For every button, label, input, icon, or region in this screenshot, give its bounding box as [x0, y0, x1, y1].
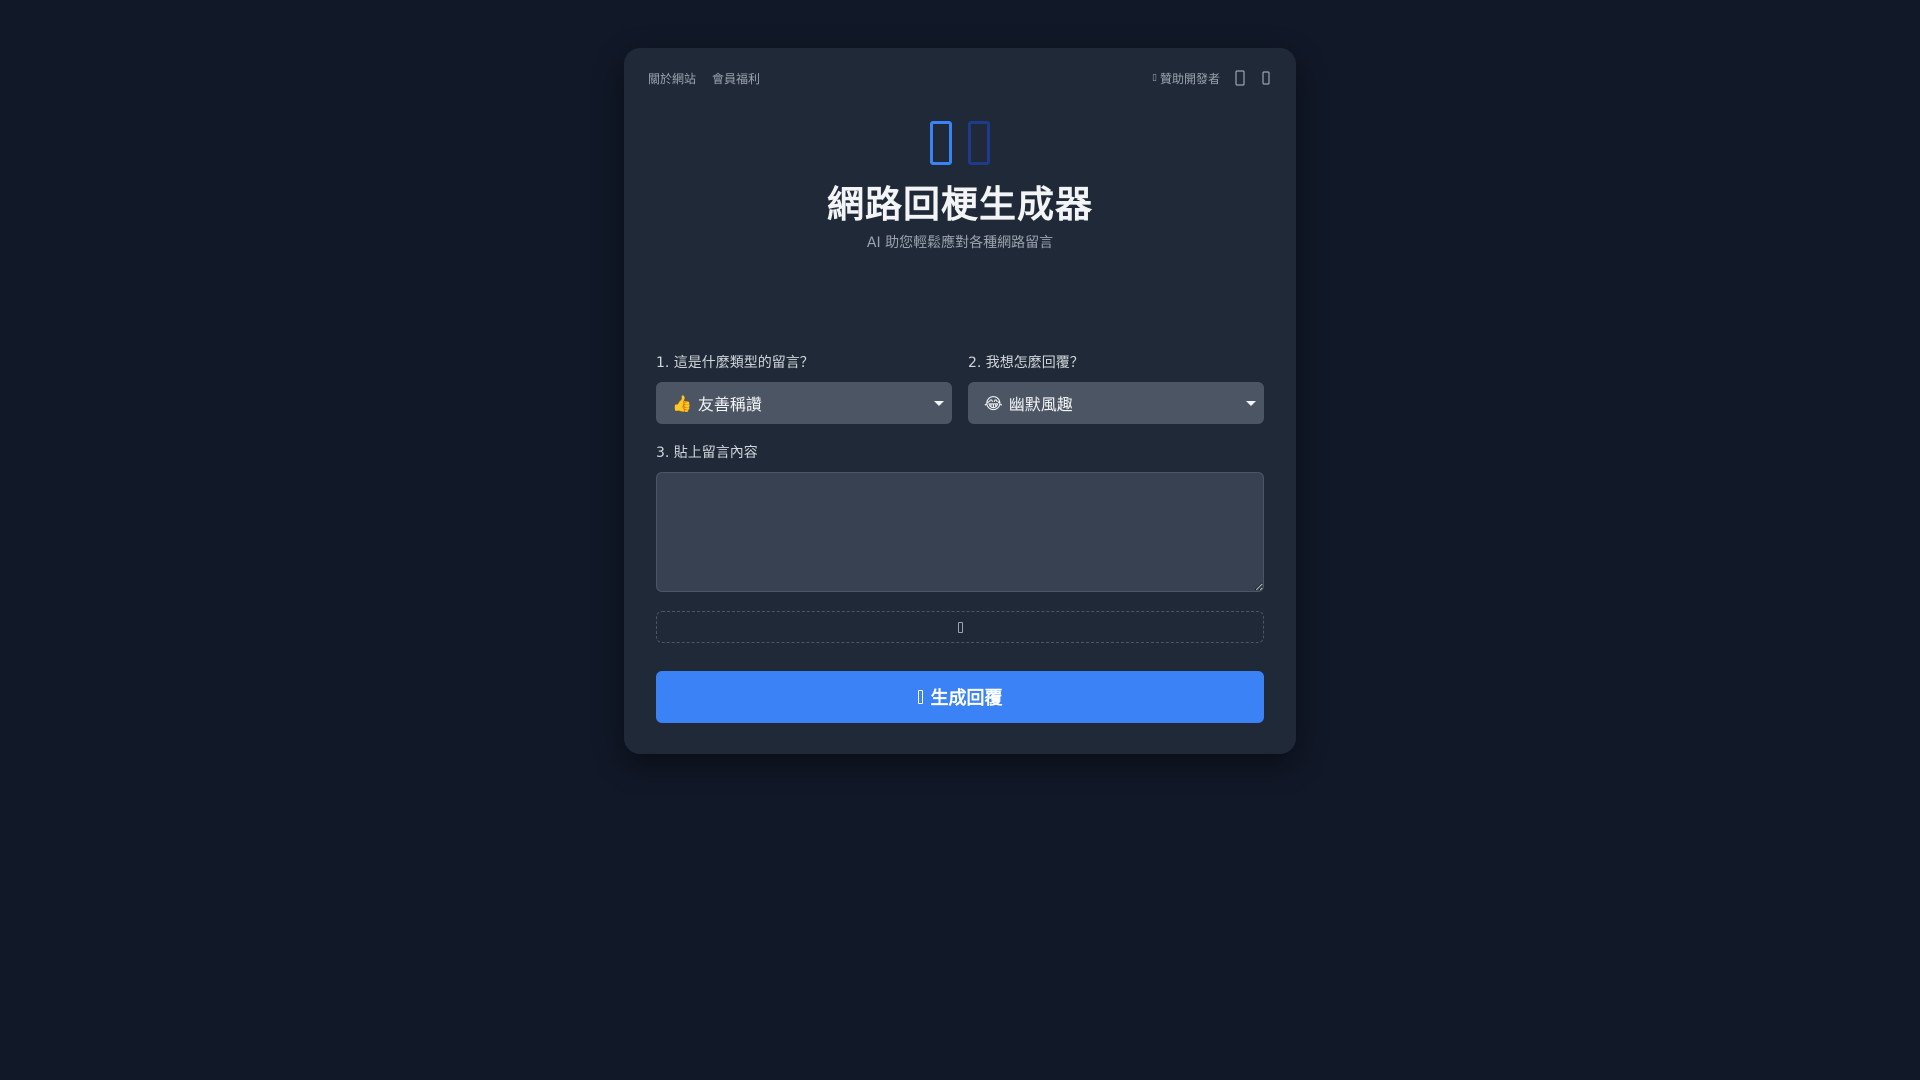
laughing-emoji-icon: 😂 [984, 393, 1003, 413]
hero: 網路回梗生成器 AI 助您輕鬆應對各種網路留言 [624, 116, 1296, 252]
comment-content-field: 3. 貼上留言內容 [656, 442, 1264, 596]
reply-style-label: 2. 我想怎麼回覆？ [968, 355, 1084, 371]
member-benefits-link[interactable]: 會員福利 [712, 70, 760, 87]
theme-icon[interactable] [1260, 69, 1272, 87]
comment-type-selected-text: 友善稱讚 [697, 395, 762, 414]
chevron-down-icon [934, 400, 944, 406]
main-card: 關於網站 會員福利 ▯ 贊助開發者 網路回梗生成器 AI 助您輕鬆應對各種網路留… [624, 48, 1296, 754]
image-upload-button[interactable] [656, 611, 1264, 643]
reply-style-select[interactable]: 😂 幽默風趣 [968, 382, 1264, 424]
comment-content-label: 3. 貼上留言內容 [656, 445, 758, 461]
about-link[interactable]: 關於網站 [648, 70, 696, 87]
comment-type-field: 1. 這是什麼類型的留言？ 👍 友善稱讚 [656, 352, 952, 424]
comment-content-textarea[interactable] [656, 472, 1264, 592]
comment-type-label: 1. 這是什麼類型的留言？ [656, 355, 814, 371]
generate-reply-button[interactable]: 生成回覆 [656, 671, 1264, 723]
reply-icon [930, 121, 952, 165]
page-subtitle: AI 助您輕鬆應對各種網路留言 [866, 235, 1054, 251]
sponsor-label: 贊助開發者 [1159, 71, 1220, 86]
image-upload-icon [957, 621, 963, 633]
chat-icon [968, 121, 990, 165]
settings-icon[interactable] [1234, 69, 1246, 87]
page-title: 網路回梗生成器 [827, 183, 1093, 226]
hero-icons [624, 116, 1296, 170]
magic-icon [917, 690, 923, 704]
generate-reply-label: 生成回覆 [930, 688, 1003, 709]
comment-type-value: 👍 友善稱讚 [672, 391, 762, 415]
top-nav-right: ▯ 贊助開發者 [1152, 69, 1272, 87]
reply-style-selected-text: 幽默風趣 [1008, 395, 1073, 414]
top-nav-left: 關於網站 會員福利 [648, 70, 760, 87]
comment-type-select[interactable]: 👍 友善稱讚 [656, 382, 952, 424]
sponsor-link[interactable]: ▯ 贊助開發者 [1152, 70, 1220, 87]
reply-style-field: 2. 我想怎麼回覆？ 😂 幽默風趣 [968, 352, 1264, 424]
top-nav: 關於網站 會員福利 ▯ 贊助開發者 [648, 68, 1272, 88]
thumbs-up-emoji-icon: 👍 [672, 393, 692, 413]
reply-style-value: 😂 幽默風趣 [984, 391, 1073, 415]
chevron-down-icon [1246, 400, 1256, 406]
heart-icon: ▯ [1152, 73, 1157, 83]
